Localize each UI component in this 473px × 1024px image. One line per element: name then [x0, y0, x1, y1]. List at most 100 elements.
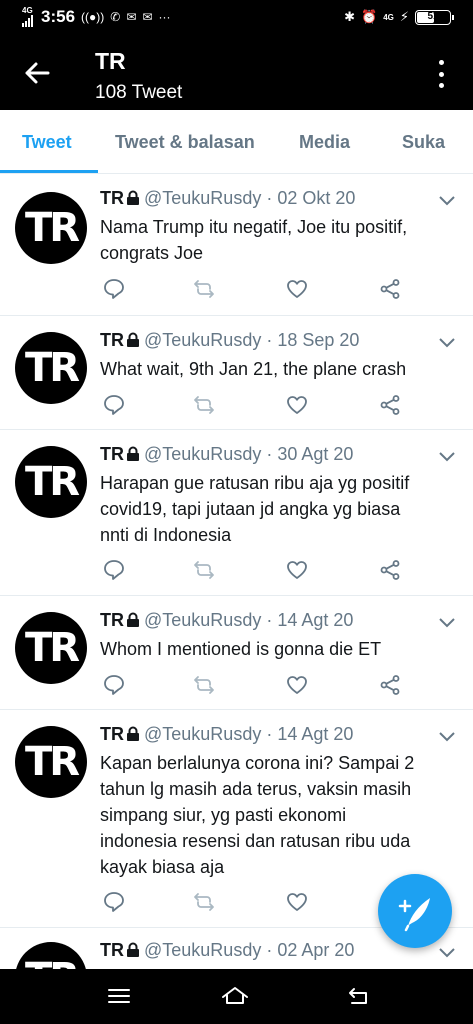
share-icon[interactable]	[378, 673, 402, 697]
reply-icon[interactable]	[102, 393, 126, 417]
tweet-meta: TR @TeukuRusdy · 30 Agt 20	[100, 444, 353, 465]
tweet-meta: TR @TeukuRusdy · 02 Apr 20	[100, 940, 354, 961]
tweet-text-line: indonesia resensi dan ratusan ribu uda	[100, 831, 411, 851]
retweet-icon[interactable]	[192, 558, 216, 582]
chevron-down-icon[interactable]	[439, 948, 455, 958]
chevron-down-icon[interactable]	[439, 338, 455, 348]
status-time: 3:56	[41, 7, 76, 26]
tweet-meta: TR @TeukuRusdy · 14 Agt 20	[100, 610, 353, 631]
tweet-actions	[100, 558, 420, 584]
author-name[interactable]: TR	[100, 330, 124, 350]
author-handle[interactable]: @TeukuRusdy	[144, 940, 261, 960]
tweet-count: 108 Tweet	[95, 82, 183, 103]
author-name[interactable]: TR	[100, 188, 124, 208]
avatar[interactable]: TR	[15, 192, 87, 264]
avatar[interactable]: TR	[15, 942, 87, 969]
heart-icon[interactable]	[285, 558, 309, 582]
author-handle[interactable]: @TeukuRusdy	[144, 188, 261, 208]
share-icon[interactable]	[378, 558, 402, 582]
tweet-feed[interactable]: TR TR @TeukuRusdy · 02 Okt 20 Nama Trump …	[0, 174, 473, 969]
tweet-text-line: Nama Trump itu negatif, Joe itu positif,	[100, 217, 408, 237]
retweet-icon[interactable]	[192, 673, 216, 697]
meta-separator: ·	[266, 330, 273, 350]
avatar[interactable]: TR	[15, 446, 87, 518]
arrow-left-icon[interactable]	[20, 56, 54, 90]
tweet-text: Kapan berlalunya corona ini? Sampai 2 ta…	[100, 750, 445, 880]
battery-level: 51	[427, 10, 439, 22]
more-vertical-icon[interactable]	[439, 60, 445, 88]
tab-media[interactable]: Media	[299, 132, 350, 153]
tweet-date: 14 Agt 20	[277, 610, 354, 630]
gmail-icon: ✉	[142, 10, 153, 24]
meta-separator: ·	[266, 610, 273, 630]
avatar[interactable]: TR	[15, 332, 87, 404]
tweet-date: 30 Agt 20	[277, 444, 354, 464]
share-icon[interactable]	[378, 393, 402, 417]
tweet-actions	[100, 393, 420, 419]
battery-icon: 51	[415, 9, 454, 25]
reply-icon[interactable]	[102, 673, 126, 697]
author-handle[interactable]: @TeukuRusdy	[144, 330, 261, 350]
tab-tweet-replies[interactable]: Tweet & balasan	[115, 132, 255, 153]
tweet-actions	[100, 890, 420, 916]
lock-icon	[127, 332, 139, 347]
retweet-icon[interactable]	[192, 890, 216, 914]
tweet-date: 02 Okt 20	[277, 188, 356, 208]
tweet-text-line: Harapan gue ratusan ribu aja yg positif	[100, 473, 410, 493]
home-icon[interactable]	[220, 983, 250, 1009]
mail-icon: ✉	[126, 10, 137, 24]
author-handle[interactable]: @TeukuRusdy	[144, 444, 261, 464]
network-type: 4G	[22, 6, 33, 15]
chevron-down-icon[interactable]	[439, 196, 455, 206]
chevron-down-icon[interactable]	[439, 732, 455, 742]
signal-indicator: 4G	[22, 7, 33, 27]
tweet-item[interactable]: TR TR @TeukuRusdy · 18 Sep 20 What wait, …	[0, 316, 473, 430]
hotspot-icon: ((●))	[81, 10, 105, 24]
recent-apps-icon[interactable]	[104, 983, 134, 1009]
tweet-date: 14 Agt 20	[277, 724, 354, 744]
heart-icon[interactable]	[285, 277, 309, 301]
author-name[interactable]: TR	[100, 724, 124, 744]
meta-separator: ·	[266, 188, 273, 208]
meta-separator: ·	[266, 724, 273, 744]
heart-icon[interactable]	[285, 890, 309, 914]
tab-tweet[interactable]: Tweet	[22, 132, 72, 153]
author-handle[interactable]: @TeukuRusdy	[144, 724, 261, 744]
heart-icon[interactable]	[285, 393, 309, 417]
tab-likes[interactable]: Suka	[402, 132, 445, 153]
charging-icon: ⚡	[399, 9, 409, 24]
profile-header: TR 108 Tweet	[0, 36, 473, 110]
tweet-text: Whom I mentioned is gonna die ET	[100, 636, 445, 662]
compose-tweet-button[interactable]	[378, 874, 452, 948]
system-navigation-bar	[0, 969, 473, 1024]
share-icon[interactable]	[378, 277, 402, 301]
reply-icon[interactable]	[102, 890, 126, 914]
network-type-right: 4G	[383, 12, 394, 22]
chevron-down-icon[interactable]	[439, 618, 455, 628]
active-tab-indicator	[0, 170, 98, 173]
compose-tweet-icon	[398, 898, 430, 932]
tweet-item[interactable]: TR TR @TeukuRusdy · 30 Agt 20 Harapan gue…	[0, 430, 473, 596]
avatar[interactable]: TR	[15, 612, 87, 684]
author-name[interactable]: TR	[100, 610, 124, 630]
author-handle[interactable]: @TeukuRusdy	[144, 610, 261, 630]
signal-icon	[22, 15, 33, 27]
author-name[interactable]: TR	[100, 444, 124, 464]
reply-icon[interactable]	[102, 277, 126, 301]
back-nav-icon[interactable]	[344, 983, 374, 1009]
tweet-meta: TR @TeukuRusdy · 14 Agt 20	[100, 724, 353, 745]
chevron-down-icon[interactable]	[439, 452, 455, 462]
tweet-actions	[100, 277, 420, 303]
tweet-text: Nama Trump itu negatif, Joe itu positif,…	[100, 214, 445, 266]
tweet-item[interactable]: TR TR @TeukuRusdy · 14 Agt 20 Whom I ment…	[0, 596, 473, 710]
tweet-text: Harapan gue ratusan ribu aja yg positif …	[100, 470, 445, 548]
tweet-item[interactable]: TR TR @TeukuRusdy · 02 Okt 20 Nama Trump …	[0, 174, 473, 316]
avatar[interactable]: TR	[15, 726, 87, 798]
tweet-meta: TR @TeukuRusdy · 02 Okt 20	[100, 188, 355, 209]
author-name[interactable]: TR	[100, 940, 124, 960]
reply-icon[interactable]	[102, 558, 126, 582]
retweet-icon[interactable]	[192, 277, 216, 301]
retweet-icon[interactable]	[192, 393, 216, 417]
tweet-text-line: congrats Joe	[100, 243, 204, 263]
heart-icon[interactable]	[285, 673, 309, 697]
